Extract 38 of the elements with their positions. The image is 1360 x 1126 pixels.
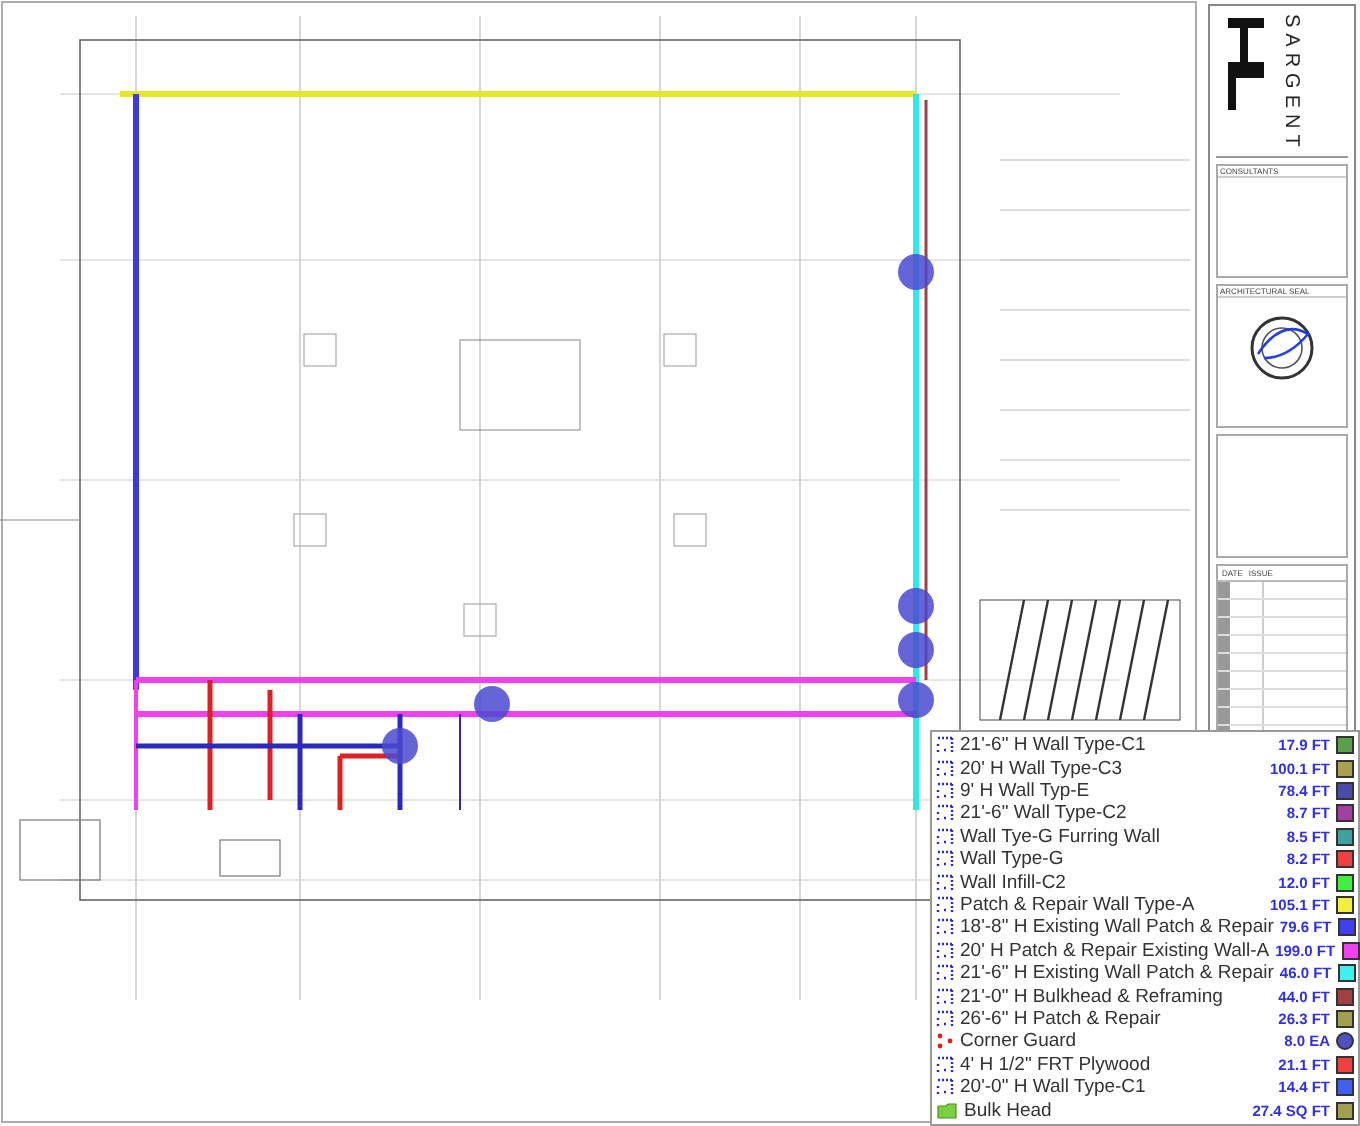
- line-tool-icon: [936, 827, 954, 846]
- line-tool-icon: [936, 1010, 954, 1029]
- legend-label: 21'-6" H Existing Wall Patch & Repair: [960, 962, 1274, 985]
- line-tool-icon: [936, 918, 954, 937]
- legend-label: 9' H Wall Typ-E: [960, 780, 1090, 803]
- legend-label: 20' H Wall Type-C3: [960, 757, 1123, 780]
- area-tool-icon: [936, 1101, 958, 1120]
- notes-section: [1216, 434, 1348, 559]
- line-tool-icon: [936, 896, 954, 915]
- line-tool-icon: [936, 873, 954, 892]
- legend-label: 21'-0" H Bulkhead & Reframing: [960, 985, 1223, 1008]
- firm-name: SARGENT: [1280, 14, 1302, 153]
- legend-label: 20' H Patch & Repair Existing Wall-A: [960, 939, 1270, 962]
- legend-label: 21'-6" H Wall Type-C1: [960, 734, 1146, 757]
- count-tool-icon: [936, 1032, 954, 1051]
- legend-label: Wall Tye-G Furring Wall: [960, 825, 1160, 848]
- legend-label: 20'-0" H Wall Type-C1: [960, 1076, 1146, 1099]
- line-tool-icon: [936, 1078, 954, 1097]
- legend-label: 18'-8" H Existing Wall Patch & Repair: [960, 916, 1274, 939]
- legend-label: Wall Infill-C2: [960, 871, 1066, 894]
- line-tool-icon: [936, 850, 954, 869]
- line-tool-icon: [936, 736, 954, 755]
- legend-label: Wall Type-G: [960, 848, 1064, 871]
- legend-label: 26'-6" H Patch & Repair: [960, 1008, 1161, 1031]
- legend-label: 21'-6" Wall Type-C2: [960, 802, 1127, 825]
- line-tool-icon: [936, 759, 954, 778]
- line-tool-icon: [936, 987, 954, 1006]
- line-tool-icon: [936, 941, 954, 960]
- line-tool-icon: [936, 782, 954, 801]
- seal-stamp-icon: [1248, 314, 1316, 383]
- legend-label: Bulk Head: [964, 1099, 1052, 1122]
- line-tool-icon: [936, 804, 954, 823]
- line-tool-icon: [936, 1055, 954, 1074]
- logo-icon: [1224, 14, 1268, 114]
- line-tool-icon: [936, 964, 954, 983]
- legend-label: 4' H 1/2" FRT Plywood: [960, 1053, 1151, 1076]
- legend-label: Corner Guard: [960, 1030, 1077, 1053]
- legend-label: Patch & Repair Wall Type-A: [960, 894, 1195, 917]
